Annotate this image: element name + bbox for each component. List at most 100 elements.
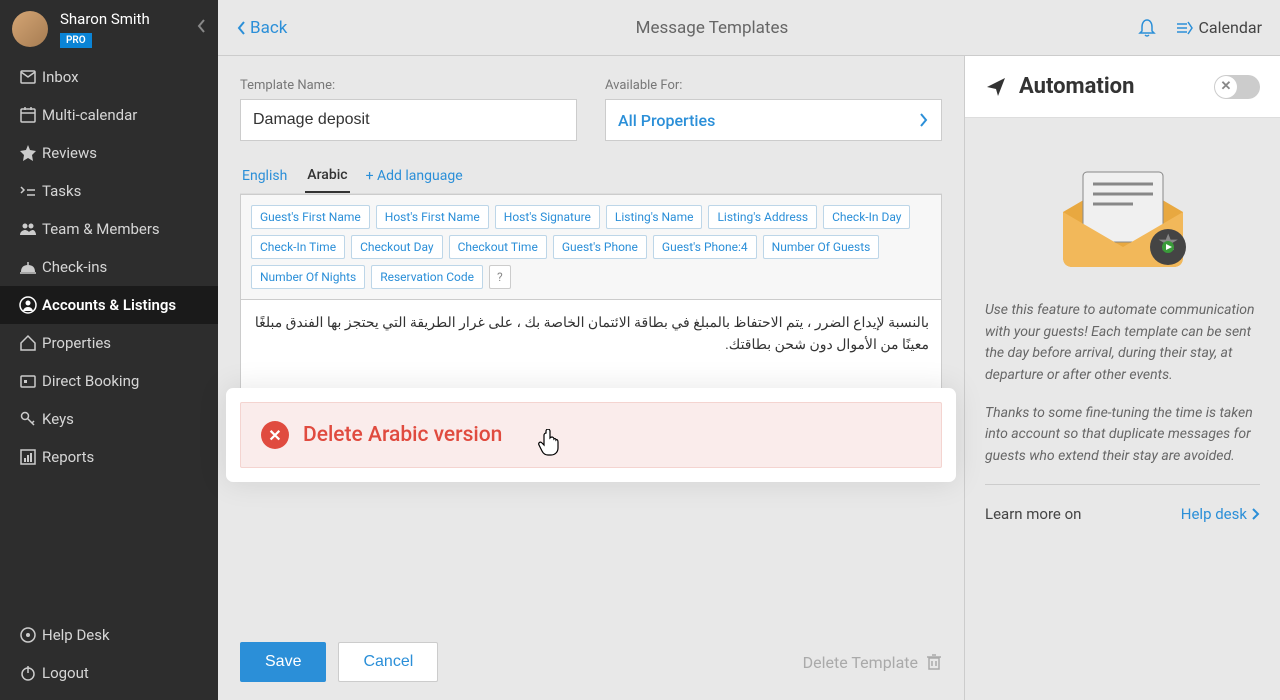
tag-guest-phone4[interactable]: Guest's Phone:4 [653,235,757,259]
nav-label: Reviews [42,144,97,162]
nav-label: Accounts & Listings [42,296,176,314]
variable-tags: Guest's First Name Host's First Name Hos… [240,194,942,300]
delete-template-label: Delete Template [803,653,918,672]
chevron-right-icon [919,112,929,128]
tag-checkin-time[interactable]: Check-In Time [251,235,345,259]
profile-section[interactable]: Sharon Smith PRO [0,0,218,58]
learn-more-label: Learn more on [985,503,1081,526]
dropdown-value: All Properties [618,111,715,130]
page-title: Message Templates [287,18,1136,38]
plane-icon [985,76,1007,98]
home-icon [14,334,42,352]
logout-icon [14,664,42,682]
nav-helpdesk[interactable]: Help Desk [0,616,218,654]
nav-label: Help Desk [42,626,110,644]
available-for-label: Available For: [605,78,942,93]
tasks-icon [14,182,42,200]
profile-name: Sharon Smith [60,10,150,28]
tag-listing-name[interactable]: Listing's Name [606,205,703,229]
toggle-off-icon: ✕ [1215,76,1237,98]
save-button[interactable]: Save [240,642,326,682]
nav-reviews[interactable]: Reviews [0,134,218,172]
automation-title: Automation [1019,74,1134,99]
tag-guest-first-name[interactable]: Guest's First Name [251,205,370,229]
nav-team[interactable]: Team & Members [0,210,218,248]
nav-tasks[interactable]: Tasks [0,172,218,210]
available-for-dropdown[interactable]: All Properties [605,99,942,141]
tag-num-nights[interactable]: Number Of Nights [251,265,365,289]
automation-panel: Automation ✕ [964,56,1280,700]
delete-template-button[interactable]: Delete Template [803,653,942,672]
nav-label: Check-ins [42,258,107,276]
account-icon [14,296,42,314]
avatar [12,11,48,47]
bell-icon[interactable] [1137,18,1157,38]
booking-icon [14,372,42,390]
nav-direct-booking[interactable]: Direct Booking [0,362,218,400]
nav-label: Team & Members [42,220,160,238]
nav-reports[interactable]: Reports [0,438,218,476]
nav-label: Inbox [42,68,79,86]
sidebar: Sharon Smith PRO Inbox Multi-calendar Re… [0,0,218,700]
nav-multicalendar[interactable]: Multi-calendar [0,96,218,134]
nav-label: Reports [42,448,94,466]
nav-label: Logout [42,664,89,682]
tag-checkin-day[interactable]: Check-In Day [823,205,910,229]
nav-properties[interactable]: Properties [0,324,218,362]
automation-header: Automation ✕ [965,56,1280,118]
automation-toggle[interactable]: ✕ [1214,75,1260,99]
delete-language-label: Delete Arabic version [303,423,502,447]
message-body[interactable]: بالنسبة لإيداع الضرر ، يتم الاحتفاظ بالم… [240,300,942,390]
team-icon [14,220,42,238]
template-name-label: Template Name: [240,78,577,93]
cancel-button[interactable]: Cancel [338,642,438,682]
nav: Inbox Multi-calendar Reviews Tasks Team … [0,58,218,616]
nav-label: Direct Booking [42,372,139,390]
nav-checkins[interactable]: Check-ins [0,248,218,286]
tag-host-first-name[interactable]: Host's First Name [376,205,489,229]
nav-label: Properties [42,334,111,352]
nav-keys[interactable]: Keys [0,400,218,438]
sidebar-collapse-icon[interactable] [196,18,206,34]
calendar-icon [14,106,42,124]
back-button[interactable]: Back [236,18,287,38]
nav-label: Keys [42,410,74,428]
editor-panel: Template Name: Available For: All Proper… [218,56,964,700]
help-desk-link[interactable]: Help desk [1181,503,1260,526]
tag-help-icon[interactable]: ? [489,265,511,289]
tag-host-signature[interactable]: Host's Signature [495,205,600,229]
automation-body: Use this feature to automate communicati… [965,118,1280,550]
nav-logout[interactable]: Logout [0,654,218,692]
add-language-button[interactable]: + Add language [366,168,463,184]
chart-icon [14,448,42,466]
automation-illustration [1053,152,1193,272]
nav-accounts-listings[interactable]: Accounts & Listings [0,286,218,324]
back-label: Back [250,18,287,38]
cursor-hand-icon [537,429,563,457]
calendar-link[interactable]: Calendar [1175,18,1262,37]
key-icon [14,410,42,428]
tag-listing-address[interactable]: Listing's Address [708,205,817,229]
tag-num-guests[interactable]: Number Of Guests [763,235,880,259]
bell-service-icon [14,258,42,276]
language-tabs: English Arabic + Add language [240,159,942,194]
close-icon: ✕ [261,421,289,449]
tag-reservation-code[interactable]: Reservation Code [371,265,483,289]
header: Back Message Templates Calendar [218,0,1280,56]
template-name-input[interactable] [240,99,577,141]
tab-english[interactable]: English [240,160,289,192]
delete-language-button[interactable]: ✕ Delete Arabic version [240,402,942,468]
tab-arabic[interactable]: Arabic [305,159,349,193]
tag-checkout-time[interactable]: Checkout Time [449,235,547,259]
nav-label: Tasks [42,182,81,200]
nav-bottom: Help Desk Logout [0,616,218,700]
calendar-label: Calendar [1199,18,1262,37]
nav-inbox[interactable]: Inbox [0,58,218,96]
automation-desc-2: Thanks to some fine-tuning the time is t… [985,403,1260,468]
main: Back Message Templates Calendar Template… [218,0,1280,700]
tag-guest-phone[interactable]: Guest's Phone [553,235,647,259]
tag-checkout-day[interactable]: Checkout Day [351,235,443,259]
pro-badge: PRO [60,33,92,48]
help-icon [14,626,42,644]
automation-desc-1: Use this feature to automate communicati… [985,300,1260,387]
